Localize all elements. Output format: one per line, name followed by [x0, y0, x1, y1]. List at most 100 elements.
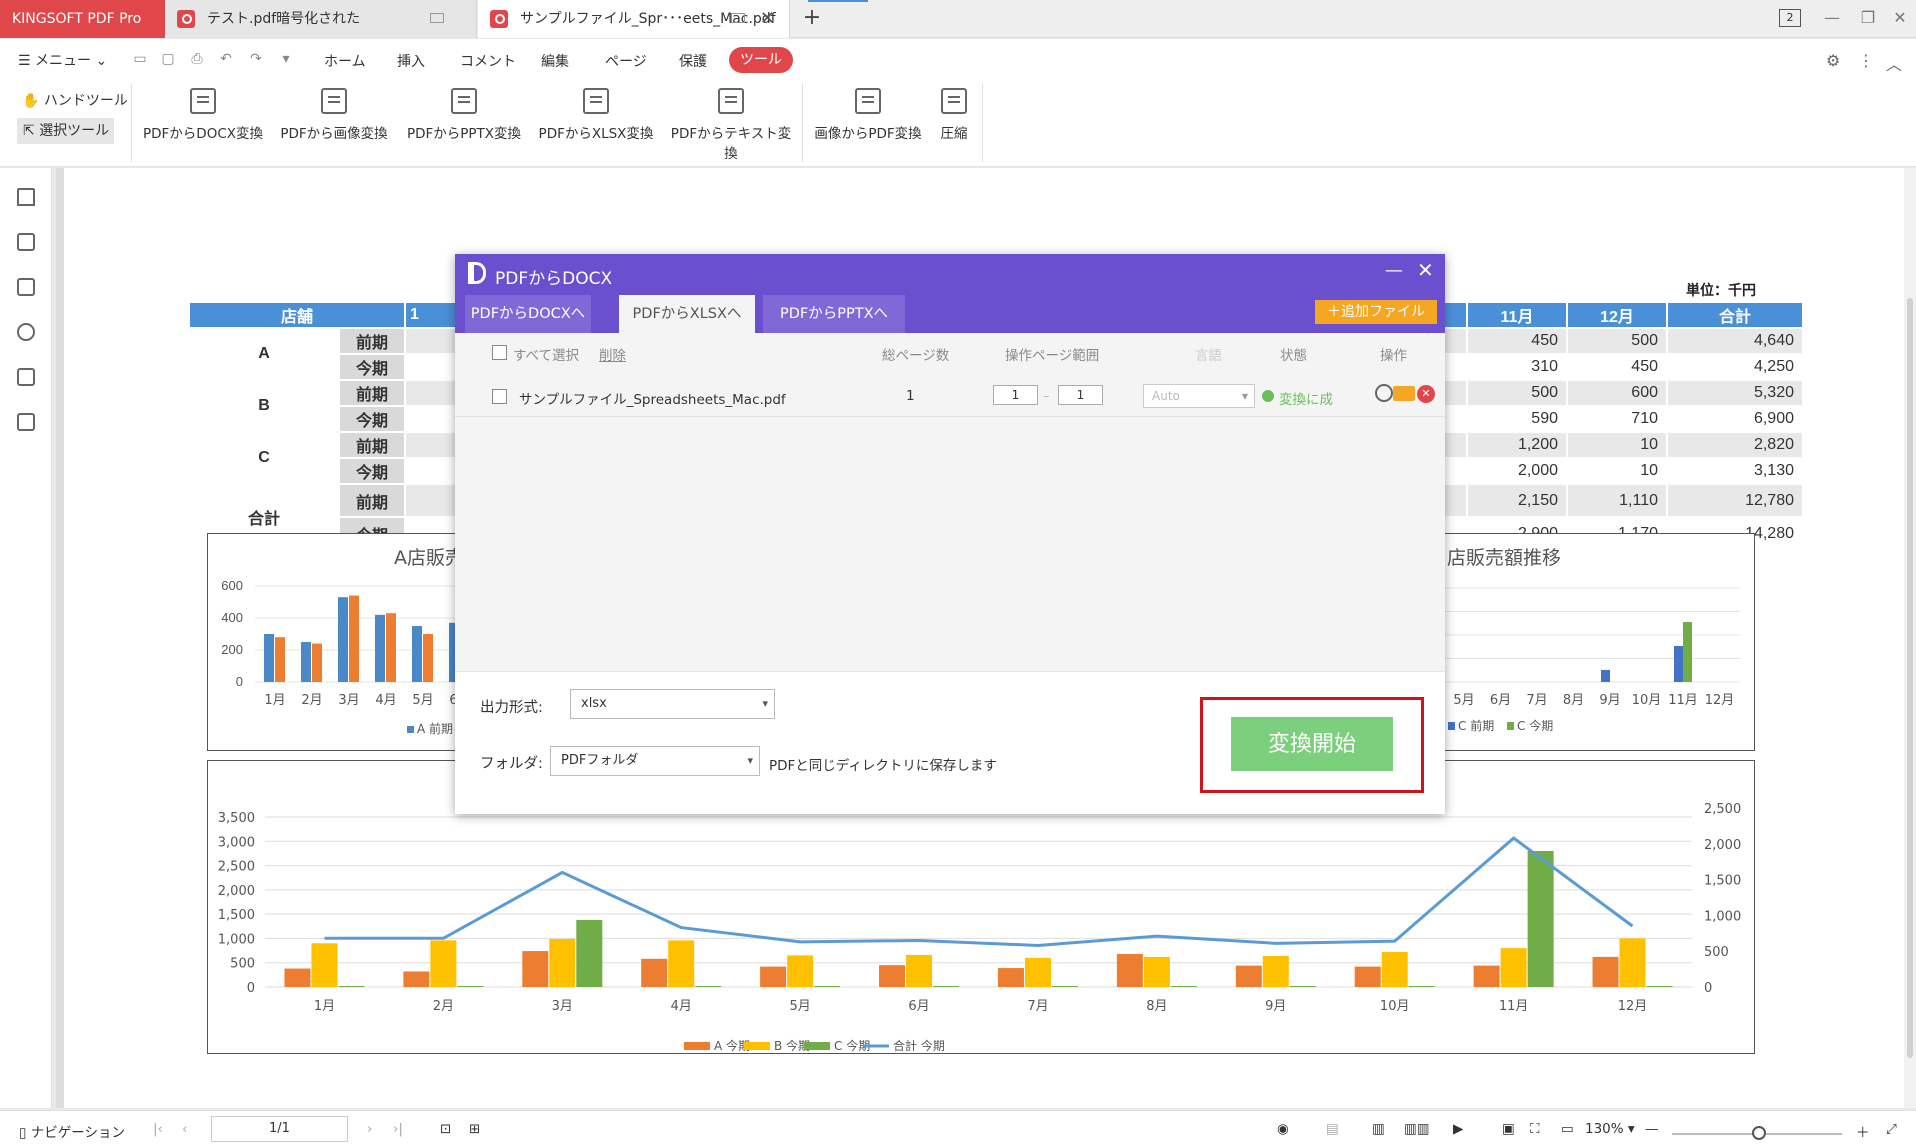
header-december: 12月	[1566, 301, 1668, 329]
convert-icon[interactable]	[17, 413, 35, 431]
folder-select[interactable]: PDFフォルダ	[550, 746, 760, 776]
file-checkbox[interactable]	[492, 389, 507, 404]
tab-encrypted-pdf[interactable]: テスト.pdf暗号化された	[165, 0, 477, 38]
hand-tool[interactable]: ✋ ハンドツール	[22, 90, 128, 110]
menu-protect[interactable]: 保護	[679, 51, 707, 71]
collapse-ribbon-icon[interactable]: ︿	[1886, 51, 1902, 75]
open-icon[interactable]: ▭	[132, 51, 148, 67]
pdf-to-xlsx-button[interactable]: PDFからXLSX変換	[536, 88, 656, 142]
continuous-page-icon[interactable]: ▥	[1372, 1121, 1385, 1137]
output-format-value: xlsx	[581, 696, 607, 711]
menu-tools[interactable]: ツール	[729, 47, 793, 73]
folder-value: PDFフォルダ	[561, 753, 639, 768]
zoom-out-icon[interactable]: —	[1645, 1121, 1659, 1137]
last-page-icon[interactable]: ›|	[393, 1121, 403, 1137]
first-page-icon[interactable]: |‹	[153, 1121, 163, 1137]
close-tab-icon[interactable]: ✕	[760, 0, 775, 38]
window-count-badge[interactable]: 2	[1779, 9, 1801, 27]
minimize-icon[interactable]: —	[1385, 260, 1403, 281]
x-tick-label: 1月	[264, 693, 285, 708]
main-menu-button[interactable]: ☰ メニュー ⌄	[18, 50, 107, 70]
prev-page-icon[interactable]: ‹	[182, 1121, 187, 1137]
compress-button[interactable]: 圧縮	[934, 88, 974, 142]
navigation-toggle[interactable]: ▯ ナビゲーション	[19, 1121, 125, 1141]
zoom-in-icon[interactable]: ＋	[1856, 1121, 1870, 1141]
delete-link[interactable]: 削除	[599, 344, 626, 364]
tab-pdf-to-docx[interactable]: PDFからDOCXへ	[465, 295, 591, 333]
save-icon[interactable]: ▢	[160, 51, 176, 67]
tab-sample-file[interactable]: サンプルファイル_Spr･･･eets_Mac.pdf ✕	[478, 0, 790, 38]
settings-gear-icon[interactable]: ⚙	[1826, 51, 1840, 70]
image-to-pdf-button[interactable]: 画像からPDF変換	[812, 88, 924, 142]
thumbnail-icon[interactable]	[17, 233, 35, 251]
actual-size-icon[interactable]: ▣	[1502, 1121, 1515, 1137]
more-icon[interactable]: ⋮	[1858, 51, 1874, 70]
line-series-total	[324, 836, 1634, 947]
pdf-to-text-button[interactable]: PDFからテキスト変換	[666, 88, 796, 162]
zoom-select[interactable]: 130% ▾	[1585, 1121, 1635, 1137]
new-tab-button[interactable]: +	[800, 0, 824, 38]
select-all-checkbox[interactable]	[492, 345, 507, 360]
eye-icon[interactable]: ◉	[1277, 1121, 1289, 1137]
add-file-button[interactable]: ＋追加ファイル	[1315, 300, 1437, 324]
zoom-slider-knob[interactable]	[1752, 1126, 1766, 1140]
bar	[906, 954, 933, 987]
language-value: Auto	[1152, 389, 1180, 403]
table-cell: 6,900	[1666, 405, 1804, 433]
fit-screen-icon[interactable]: ⛶	[1530, 1121, 1539, 1137]
pdf-to-image-button[interactable]: PDFから画像変換	[278, 88, 390, 142]
page-zoom-icon[interactable]: ▭	[1561, 1121, 1574, 1137]
next-page-icon[interactable]: ›	[367, 1121, 372, 1137]
tab-label: テスト.pdf暗号化された	[207, 11, 361, 27]
tab-pdf-to-xlsx[interactable]: PDFからXLSXへ	[619, 295, 755, 333]
menu-insert[interactable]: 挿入	[397, 51, 425, 71]
fit-page-icon[interactable]: ⊡	[440, 1121, 451, 1137]
single-page-icon[interactable]: ▤	[1326, 1121, 1339, 1137]
comment-icon[interactable]	[17, 278, 35, 296]
table-cell: 1,200	[1466, 431, 1568, 459]
page-from-input[interactable]: 1	[993, 385, 1038, 405]
pdf-to-docx-button[interactable]: PDFからDOCX変換	[142, 88, 264, 142]
tab-pdf-to-pptx[interactable]: PDFからPPTXへ	[763, 295, 905, 333]
close-icon[interactable]: ✕	[1417, 258, 1434, 282]
select-tool-label: 選択ツール	[39, 123, 110, 139]
menu-comment[interactable]: コメント	[460, 51, 516, 71]
bookmark-icon[interactable]	[17, 188, 35, 206]
table-cell: 590	[1466, 405, 1568, 433]
redo-icon[interactable]: ↷	[248, 51, 264, 67]
undo-icon[interactable]: ↶	[218, 51, 234, 67]
preview-search-icon[interactable]	[1375, 384, 1393, 402]
page-ruler	[56, 168, 64, 1108]
page-number-input[interactable]: 1/1	[211, 1116, 348, 1142]
chart-title-a: A店販売	[394, 547, 464, 569]
restore-icon[interactable]: ❐	[1850, 0, 1886, 38]
signature-icon[interactable]	[17, 368, 35, 386]
app-brand[interactable]: KINGSOFT PDF Pro	[0, 0, 165, 38]
two-page-icon[interactable]: ▥▥	[1404, 1121, 1430, 1137]
x-tick-label: 7月	[1027, 999, 1048, 1014]
page-to-input[interactable]: 1	[1058, 385, 1103, 405]
quick-access-dropdown-icon[interactable]: ▾	[278, 51, 294, 67]
fit-width-icon[interactable]: ⊞	[469, 1121, 480, 1137]
menu-edit[interactable]: 編集	[541, 51, 569, 71]
play-icon[interactable]: ▶	[1453, 1121, 1463, 1137]
remove-file-icon[interactable]: ✕	[1417, 385, 1435, 403]
output-format-select[interactable]: xlsx	[570, 689, 775, 719]
attachment-icon[interactable]	[17, 323, 35, 341]
menu-home[interactable]: ホーム	[324, 51, 366, 71]
vertical-scrollbar[interactable]	[1904, 168, 1916, 1108]
table-cell: 2,150	[1466, 483, 1568, 518]
close-window-icon[interactable]: ✕	[1882, 0, 1916, 38]
fullscreen-icon[interactable]: ⤢	[1886, 1121, 1897, 1137]
start-conversion-button[interactable]: 変換開始	[1231, 717, 1393, 771]
open-folder-icon[interactable]	[1393, 386, 1415, 401]
zoom-value: 130%	[1585, 1121, 1624, 1137]
scrollbar-thumb[interactable]	[1907, 298, 1913, 1058]
menu-page[interactable]: ページ	[605, 51, 647, 71]
legend-label: A 前期	[417, 721, 453, 736]
print-icon[interactable]: ⎙	[189, 51, 205, 67]
select-tool[interactable]: ⇱ 選択ツール	[17, 118, 114, 144]
language-select[interactable]: Auto ▾	[1143, 384, 1255, 408]
pdf-to-pptx-button[interactable]: PDFからPPTX変換	[404, 88, 524, 142]
minimize-icon[interactable]: —	[1814, 0, 1850, 38]
